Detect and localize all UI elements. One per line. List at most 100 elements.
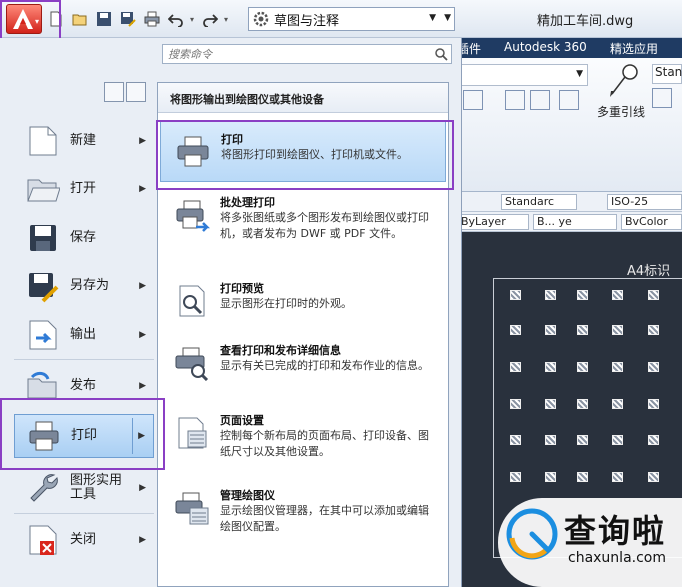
export-icon [29, 320, 57, 350]
chevron-down-icon: ▼ [576, 69, 583, 79]
ribbon-dropdown[interactable]: ▼ [460, 64, 588, 86]
submenu-item-title: 打印 [221, 133, 243, 146]
drawing-symbol [510, 472, 521, 482]
chevron-right-icon: ▶ [139, 184, 146, 194]
drawing-symbol [510, 325, 521, 335]
dimension-style-dropdown[interactable]: ISO-25 [607, 194, 682, 210]
layer-dropdown[interactable]: ByLayer [457, 214, 529, 230]
publish-icon [27, 371, 57, 399]
chevron-right-icon[interactable]: ▶ [138, 431, 145, 441]
new-icon [29, 126, 57, 156]
drawing-symbol [612, 435, 623, 445]
search-icon[interactable] [434, 47, 448, 61]
menu-label: 发布 [70, 378, 97, 393]
save-as-icon [29, 273, 59, 303]
workspace-selector[interactable]: 草图与注释 ▼ ▼ [248, 7, 455, 31]
autocad-logo-icon [13, 9, 33, 29]
menu-item-save[interactable]: 保存 [14, 216, 154, 260]
application-menu-button[interactable]: ▾ [6, 4, 42, 34]
drawing-symbol [577, 290, 588, 300]
tab-autodesk-360[interactable]: Autodesk 360 [504, 40, 587, 54]
submenu-item-plot-preview[interactable]: 打印预览 显示图形在打印时的外观。 [160, 281, 446, 327]
menu-item-save-as[interactable]: 另存为 ▶ [14, 264, 154, 308]
submenu-item-plot[interactable]: 打印 将图形打印到绘图仪、打印机或文件。 [160, 120, 446, 182]
menu-divider [14, 359, 154, 360]
watermark: 查询啦 chaxunla.com [498, 498, 682, 587]
color-dropdown[interactable]: BvColor [621, 214, 682, 230]
search-input[interactable] [163, 45, 423, 63]
drawing-symbol [612, 325, 623, 335]
menu-item-open[interactable]: 打开 ▶ [14, 167, 154, 211]
command-search[interactable] [162, 44, 452, 64]
submenu-item-view-plot-details[interactable]: 查看打印和发布详细信息 显示有关已完成的打印和发布作业的信息。 [160, 343, 446, 393]
printer-icon [29, 421, 59, 451]
menu-item-publish[interactable]: 发布 ▶ [14, 364, 154, 408]
drawing-symbol [545, 325, 556, 335]
drawing-symbol [545, 435, 556, 445]
open-documents-icon[interactable] [126, 82, 146, 102]
qat-save-as-button[interactable] [118, 9, 138, 29]
submenu-item-page-setup[interactable]: 页面设置 控制每个新布局的页面布局、打印设备、图纸尺寸以及其他设置。 [160, 413, 446, 477]
drawing-symbol [648, 399, 659, 409]
drawing-symbol [577, 472, 588, 482]
submenu-header: 将图形输出到绘图仪或其他设备 [158, 83, 448, 113]
drawing-symbol [648, 290, 659, 300]
drawing-symbol [510, 399, 521, 409]
menu-item-close[interactable]: 关闭 ▶ [14, 518, 154, 562]
refresh-icon[interactable] [530, 90, 550, 110]
chevron-right-icon: ▶ [139, 281, 146, 291]
quick-access-toolbar: ▾ ▾ [46, 7, 234, 31]
recent-documents-icon[interactable] [104, 82, 124, 102]
new-file-icon [50, 11, 62, 27]
submenu-item-batch-plot[interactable]: 批处理打印 将多张图纸或多个图形发布到绘图仪或打印机，或者发布为 DWF 或 P… [160, 195, 446, 261]
drawing-symbol [648, 472, 659, 482]
submenu-item-description: 将多张图纸或多个图形发布到绘图仪或打印机，或者发布为 DWF 或 PDF 文件。 [220, 211, 429, 240]
submenu-item-manage-plotters[interactable]: 管理绘图仪 显示绘图仪管理器，在其中可以添加或编辑绘图仪配置。 [160, 488, 446, 554]
recent-document-buttons [104, 82, 148, 102]
qat-plot-button[interactable] [142, 9, 162, 29]
customize-qat-icon[interactable]: ▼ [444, 13, 451, 23]
multileader-icon[interactable] [608, 62, 642, 98]
manage-plotters-icon [175, 492, 209, 525]
qat-open-button[interactable] [70, 9, 90, 29]
tab-featured-apps[interactable]: 精选应用 [610, 40, 658, 57]
save-as-icon [121, 12, 136, 27]
close-document-icon [29, 525, 57, 555]
leader-add-icon[interactable] [652, 88, 672, 108]
workspace-label: 草图与注释 [274, 13, 340, 29]
multileader-label[interactable]: 多重引线 [597, 103, 645, 120]
submenu-item-title: 页面设置 [220, 414, 264, 427]
menu-item-new[interactable]: 新建 ▶ [14, 119, 154, 163]
save-icon [97, 12, 111, 26]
table-icon[interactable] [463, 90, 483, 110]
menu-item-print[interactable]: 打印 ▶ [14, 414, 154, 458]
drawing-symbol [612, 362, 623, 372]
drawing-symbol [545, 290, 556, 300]
chevron-down-icon[interactable]: ▾ [224, 15, 234, 24]
style-dropdown[interactable]: Stan [652, 64, 682, 84]
drawing-symbol [545, 362, 556, 372]
menu-item-export[interactable]: 输出 ▶ [14, 313, 154, 357]
check-icon[interactable] [505, 90, 525, 110]
watermark-name: 查询啦 [564, 512, 667, 550]
annotation-style-dropdown[interactable]: Standarc [501, 194, 577, 210]
submenu-item-description: 显示图形在打印时的外观。 [220, 297, 352, 310]
menu-label: 图形实用 工具 [70, 474, 122, 502]
menu-label: 新建 [70, 133, 97, 148]
qat-redo-button[interactable] [200, 9, 220, 29]
qat-save-button[interactable] [94, 9, 114, 29]
drawing-symbol [545, 399, 556, 409]
chevron-down-icon[interactable]: ▼ [429, 13, 436, 23]
chevron-right-icon: ▶ [139, 381, 146, 391]
chevron-down-icon[interactable]: ▾ [190, 15, 200, 24]
drawing-symbol [612, 399, 623, 409]
linetype-dropdown[interactable]: B... ye [533, 214, 617, 230]
menu-item-drawing-utilities[interactable]: 图形实用 工具 ▶ [14, 466, 154, 510]
menu-label: 输出 [70, 327, 97, 342]
submenu-item-description: 显示绘图仪管理器，在其中可以添加或编辑绘图仪配置。 [220, 504, 429, 533]
sheet-label: A4标识 [627, 264, 671, 279]
qat-undo-button[interactable] [166, 9, 186, 29]
qat-new-button[interactable] [46, 9, 66, 29]
chart-icon[interactable] [559, 90, 579, 110]
menu-divider [14, 513, 154, 514]
